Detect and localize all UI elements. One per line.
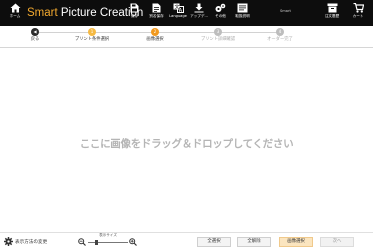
language-label: Language [169,14,187,18]
download-icon [194,3,204,13]
save-as-icon [152,3,161,13]
view-settings-label: 表示方法の変更 [15,239,48,245]
cart-label: カート [352,14,364,18]
step-print-details: 3 プリント詳細確認 [188,28,248,43]
back-label: 戻る [30,37,40,42]
step-2-indicator: 2 [151,28,159,36]
zoom-out-icon[interactable] [78,238,86,246]
manual-label: 取扱説明 [235,14,250,18]
save-button[interactable]: 保存 [126,0,143,26]
zoom-in-icon[interactable] [129,238,137,246]
gears-icon [215,3,226,12]
home-icon [10,3,20,13]
step-3-label: プリント詳細確認 [200,37,236,42]
order-history-label: 注文履歴 [324,14,340,18]
step-3-indicator: 3 [214,28,222,36]
save-as-label: 別名保存 [149,14,164,18]
app-title-smart: Smart [27,7,58,19]
footer-bar: 表示方法の変更 表示サイズ [0,232,373,250]
save-icon [130,3,139,13]
back-step[interactable]: ◀ 戻る [5,28,65,43]
progress-stepper: ◀ 戻る 1 プリント条件選択 2 画像選択 3 プリント詳細確認 4 オーダー… [0,26,373,48]
save-label: 保存 [130,14,139,18]
order-history-icon [327,3,337,13]
step-image-select: 2 画像選択 [125,28,185,43]
order-history-button[interactable]: 注文履歴 [319,0,345,26]
step-order-complete: 4 オーダー完了 [250,28,310,43]
manual-button[interactable]: 取扱説明 [232,0,253,26]
manual-icon [237,3,248,13]
deselect-all-button[interactable]: 全解除 [237,237,271,247]
zoom-control: 表示サイズ [78,233,138,250]
step-1-indicator: 1 [88,28,96,36]
drop-zone-hint: ここに画像をドラッグ＆ドロップしてください [79,138,294,150]
zoom-slider-thumb[interactable] [94,240,98,245]
app-update-label: アップデ... [190,14,208,18]
image-select-button[interactable]: 画像選択 [279,237,313,247]
next-button[interactable]: 次へ [320,237,354,247]
cart-icon [353,3,364,13]
svg-text:A: A [178,8,182,13]
cart-button[interactable]: カート [348,0,368,26]
app-header: ホーム Smart Picture Creation 保存 別名保存 文 A L… [0,0,373,26]
language-icon: 文 A [173,3,184,13]
back-arrow-icon: ◀ [31,28,39,36]
gear-icon [4,237,13,246]
home-label: ホーム [9,14,21,18]
home-button[interactable]: ホーム [5,0,25,26]
image-drop-zone[interactable]: ここに画像をドラッグ＆ドロップしてください [0,48,373,232]
step-print-conditions: 1 プリント条件選択 [62,28,122,43]
view-settings-button[interactable]: 表示方法の変更 [4,236,47,247]
other-button[interactable]: その他 [210,0,231,26]
app-update-button[interactable]: アップデ... [189,0,209,26]
step-1-label: プリント条件選択 [74,37,110,42]
step-4-label: オーダー完了 [267,37,293,42]
select-all-button[interactable]: 全選択 [197,237,231,247]
smart-label: Smart [280,9,291,13]
save-as-button[interactable]: 別名保存 [147,0,166,26]
language-button[interactable]: 文 A Language [167,0,189,26]
step-2-label: 画像選択 [146,37,164,42]
other-label: その他 [215,14,226,18]
step-4-indicator: 4 [276,28,284,36]
